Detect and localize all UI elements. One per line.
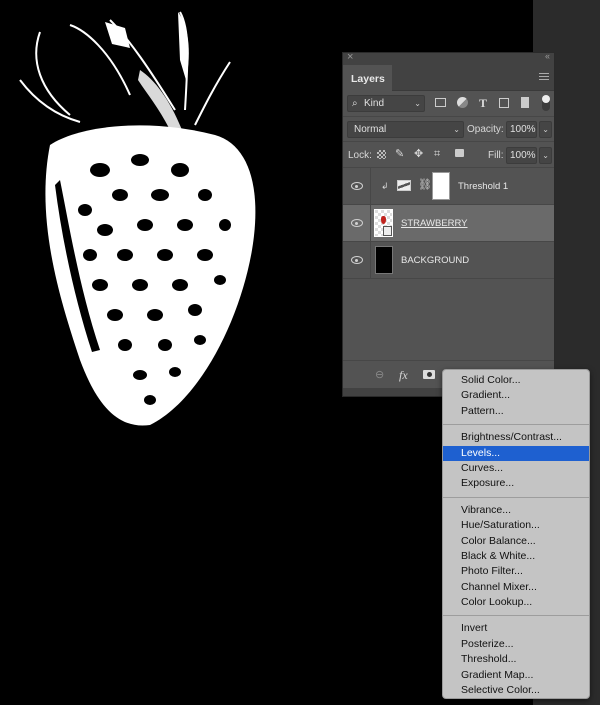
menu-item-pattern[interactable]: Pattern... [443, 404, 589, 419]
layer-row-threshold[interactable]: ↲ ⛓ Threshold 1 [343, 168, 554, 205]
chevron-down-icon: ⌄ [453, 125, 460, 134]
smart-object-filter-icon[interactable] [521, 97, 529, 108]
eye-icon [351, 256, 363, 264]
menu-item-threshold[interactable]: Threshold... [443, 652, 589, 667]
opacity-value: 100% [510, 124, 536, 135]
menu-item-vibrance[interactable]: Vibrance... [443, 503, 589, 518]
lock-image-pixels-icon[interactable]: ✎ [395, 148, 404, 160]
smart-object-badge-icon [383, 226, 392, 236]
menu-item-selective-color[interactable]: Selective Color... [443, 683, 589, 698]
menu-item-photo-filter[interactable]: Photo Filter... [443, 564, 589, 579]
blend-mode-value: Normal [354, 124, 387, 135]
opacity-input[interactable]: 100% [506, 121, 537, 138]
filter-toggle-switch[interactable] [542, 95, 550, 111]
adjustment-filter-icon[interactable] [457, 97, 468, 108]
lock-row: Lock: ✎ ✥ ⌗ Fill: 100% ⌄ [343, 142, 554, 168]
layer-row-strawberry[interactable]: STRAWBERRY [343, 205, 554, 242]
fill-label: Fill: [488, 150, 504, 161]
menu-item-black-white[interactable]: Black & White... [443, 549, 589, 564]
menu-item-posterize[interactable]: Posterize... [443, 637, 589, 652]
fx-icon[interactable]: fx [399, 369, 408, 381]
panel-menu-icon[interactable] [539, 73, 549, 81]
layer-name[interactable]: Threshold 1 [458, 181, 508, 192]
menu-item-color-lookup[interactable]: Color Lookup... [443, 595, 589, 610]
panel-tab-row: Layers [343, 65, 554, 91]
tab-layers[interactable]: Layers [343, 65, 392, 91]
chevron-down-icon: ⌄ [542, 125, 549, 134]
collapse-icon[interactable]: ‹‹ [545, 51, 550, 61]
visibility-toggle[interactable] [343, 205, 371, 241]
menu-item-gradient[interactable]: Gradient... [443, 388, 589, 403]
adjustment-layer-menu: Solid Color... Gradient... Pattern... Brigh… [442, 369, 590, 699]
threshold-adjustment-icon [397, 180, 411, 191]
chevron-down-icon: ⌄ [414, 99, 421, 108]
layer-thumbnail [374, 209, 393, 237]
layers-panel: × ‹‹ Layers ⌕ Kind ⌄ T Normal ⌄ Opacity:… [342, 51, 555, 397]
menu-separator [443, 496, 589, 498]
menu-separator [443, 424, 589, 426]
menu-separator [443, 615, 589, 617]
menu-item-solid-color[interactable]: Solid Color... [443, 373, 589, 388]
chevron-down-icon: ⌄ [542, 151, 549, 160]
layer-mask-thumbnail [432, 172, 450, 200]
shape-filter-icon[interactable] [499, 98, 509, 108]
lock-artboard-icon[interactable]: ⌗ [434, 148, 440, 160]
menu-item-levels[interactable]: Levels... [443, 445, 589, 461]
visibility-toggle[interactable] [343, 242, 371, 278]
close-icon[interactable]: × [347, 51, 353, 63]
link-layers-icon[interactable]: ⊖ [375, 369, 384, 381]
lock-position-icon[interactable]: ✥ [414, 148, 423, 160]
layer-thumbnail [375, 246, 393, 274]
layer-name[interactable]: BACKGROUND [401, 255, 469, 266]
menu-item-hue-saturation[interactable]: Hue/Saturation... [443, 518, 589, 533]
menu-item-exposure[interactable]: Exposure... [443, 476, 589, 491]
opacity-dropdown-button[interactable]: ⌄ [539, 121, 552, 138]
visibility-toggle[interactable] [343, 168, 371, 204]
filter-row: ⌕ Kind ⌄ T [343, 91, 554, 117]
menu-item-brightness-contrast[interactable]: Brightness/Contrast... [443, 430, 589, 445]
fill-dropdown-button[interactable]: ⌄ [539, 147, 552, 164]
layer-name[interactable]: STRAWBERRY [401, 218, 468, 229]
panel-title-bar[interactable]: × ‹‹ [343, 51, 554, 65]
filter-kind-label: Kind [364, 98, 385, 109]
menu-item-channel-mixer[interactable]: Channel Mixer... [443, 580, 589, 595]
image-filter-icon[interactable] [435, 98, 446, 107]
lock-label: Lock: [348, 150, 372, 161]
lock-transparent-pixels-icon[interactable] [377, 150, 386, 159]
menu-item-invert[interactable]: Invert [443, 621, 589, 636]
menu-item-color-balance[interactable]: Color Balance... [443, 534, 589, 549]
opacity-label: Opacity: [467, 124, 504, 135]
chain-link-icon[interactable]: ⛓ [418, 179, 432, 191]
eye-icon [351, 219, 363, 227]
filter-kind-select[interactable]: ⌕ Kind ⌄ [347, 95, 425, 112]
fill-value: 100% [510, 150, 536, 161]
blend-row: Normal ⌄ Opacity: 100% ⌄ [343, 117, 554, 142]
blend-mode-select[interactable]: Normal ⌄ [347, 121, 464, 138]
add-mask-icon[interactable] [423, 370, 435, 379]
menu-item-curves[interactable]: Curves... [443, 461, 589, 476]
search-icon: ⌕ [352, 98, 358, 109]
fill-input[interactable]: 100% [506, 147, 537, 164]
layer-row-background[interactable]: BACKGROUND [343, 242, 554, 279]
eye-icon [351, 182, 363, 190]
strawberry-image [19, 11, 256, 426]
type-filter-icon[interactable]: T [479, 97, 487, 109]
menu-item-gradient-map[interactable]: Gradient Map... [443, 668, 589, 683]
lock-all-icon[interactable] [455, 149, 464, 157]
clipping-mask-icon: ↲ [381, 181, 389, 191]
